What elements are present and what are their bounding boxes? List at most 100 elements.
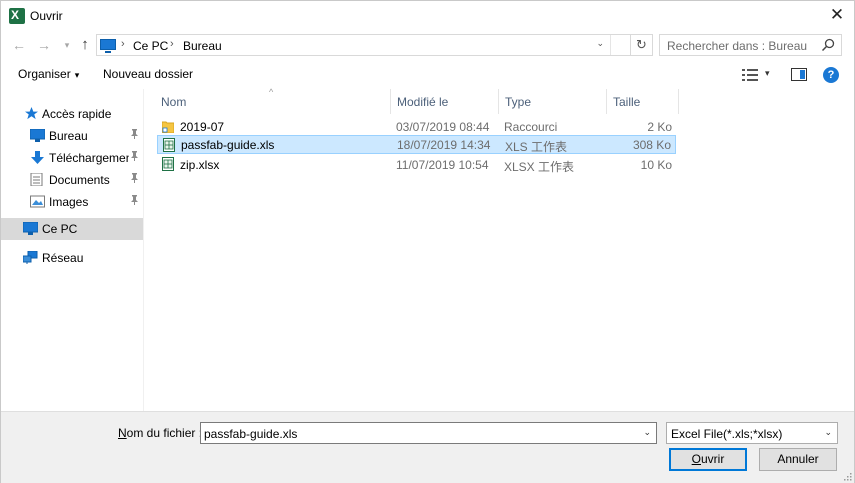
filename-label-text: om du fichier : bbox=[126, 426, 203, 440]
search-box[interactable] bbox=[659, 34, 842, 56]
title-bar: Ouvrir ✕ bbox=[1, 1, 854, 31]
recent-locations-button[interactable]: ▾ bbox=[58, 35, 76, 55]
view-options-icon[interactable] bbox=[742, 69, 758, 81]
chevron-down-icon[interactable]: ⌄ bbox=[643, 427, 651, 438]
filename-input[interactable] bbox=[204, 426, 624, 441]
sidebar-item-label: Documents bbox=[49, 173, 110, 187]
star-icon bbox=[25, 107, 38, 120]
search-input[interactable] bbox=[667, 38, 817, 53]
dialog-footer: Nom du fichier : ⌄ Excel File(*.xls;*xls… bbox=[1, 411, 854, 483]
computer-icon bbox=[23, 222, 38, 235]
cancel-button[interactable]: Annuler bbox=[759, 448, 837, 471]
excel-file-icon bbox=[163, 138, 175, 152]
chevron-down-icon: ⌄ bbox=[824, 427, 832, 437]
sidebar-item-label: Ce PC bbox=[42, 222, 78, 236]
column-header-label: Modifié le bbox=[397, 95, 449, 109]
sidebar-item-label: Accès rapide bbox=[42, 107, 112, 121]
refresh-icon: ↻ bbox=[636, 37, 647, 52]
sidebar-item-label: Bureau bbox=[49, 129, 88, 143]
command-bar: Organiser ▾ Nouveau dossier ▾ ? bbox=[1, 61, 854, 89]
sidebar-item-label: Réseau bbox=[42, 251, 84, 265]
file-name: passfab-guide.xls bbox=[181, 138, 275, 152]
open-button[interactable]: Ouvrir bbox=[669, 448, 747, 471]
file-list: Nom ^ Modifié le Type Taille 2019-07 03/… bbox=[145, 87, 854, 411]
filename-combobox[interactable]: ⌄ bbox=[200, 422, 657, 444]
resize-grip-icon[interactable] bbox=[842, 471, 852, 481]
preview-pane-icon[interactable] bbox=[791, 68, 807, 81]
sidebar-item-ce-pc[interactable]: Ce PC bbox=[1, 218, 143, 240]
file-type-filter-select[interactable]: Excel File(*.xls;*xlsx) ⌄ bbox=[666, 422, 838, 444]
pin-icon bbox=[130, 195, 139, 208]
up-folder-button[interactable]: ↑ bbox=[76, 35, 94, 55]
forward-button[interactable]: → bbox=[35, 35, 53, 55]
sidebar-item-quick-access[interactable]: Accès rapide bbox=[1, 103, 143, 125]
sort-ascending-icon: ^ bbox=[269, 87, 274, 97]
file-type: XLS 工作表 bbox=[505, 140, 568, 154]
sidebar-item-documents[interactable]: Documents bbox=[1, 169, 143, 191]
breadcrumb-item-bureau[interactable]: Bureau bbox=[183, 39, 222, 53]
column-header-label: Nom bbox=[161, 95, 187, 109]
address-row: ← → ▾ ↑ › Ce PC › Bureau ⌄ ↻ bbox=[1, 31, 854, 59]
excel-file-icon bbox=[162, 157, 174, 171]
file-size: 308 Ko bbox=[632, 138, 671, 152]
file-modified: 03/07/2019 08:44 bbox=[396, 120, 490, 134]
file-name: 2019-07 bbox=[180, 120, 225, 134]
sidebar-item-label: Images bbox=[49, 195, 89, 209]
pin-icon bbox=[130, 151, 139, 164]
sidebar-item-network[interactable]: Réseau bbox=[1, 247, 143, 269]
file-size: 2 Ko bbox=[647, 120, 672, 134]
open-accesskey: O bbox=[691, 452, 701, 466]
column-header-label: Taille bbox=[613, 95, 641, 109]
help-icon[interactable]: ? bbox=[823, 67, 839, 83]
close-button[interactable]: ✕ bbox=[824, 4, 850, 28]
breadcrumb-separator-icon: › bbox=[170, 38, 174, 50]
breadcrumb-item-ce-pc[interactable]: Ce PC bbox=[133, 39, 168, 53]
images-icon bbox=[30, 195, 45, 208]
sidebar-item-bureau[interactable]: Bureau bbox=[1, 125, 143, 147]
chevron-down-icon: ▾ bbox=[74, 70, 80, 80]
desktop-icon bbox=[30, 129, 45, 142]
file-row[interactable]: passfab-guide.xls 18/07/2019 14:34 XLS 工… bbox=[157, 135, 676, 154]
view-options-dropdown-icon[interactable]: ▾ bbox=[765, 68, 770, 79]
file-size: 10 Ko bbox=[640, 158, 672, 172]
shortcut-folder-icon bbox=[162, 121, 174, 133]
file-type-filter-value: Excel File(*.xls;*xlsx) bbox=[671, 427, 783, 441]
divider bbox=[610, 35, 611, 55]
file-name: zip.xlsx bbox=[180, 158, 220, 172]
refresh-button[interactable]: ↻ bbox=[631, 34, 653, 56]
address-bar[interactable]: › Ce PC › Bureau ⌄ bbox=[96, 34, 631, 56]
open-label: uvrir bbox=[701, 452, 725, 466]
organize-button[interactable]: Organiser ▾ bbox=[18, 67, 79, 81]
network-icon bbox=[23, 251, 38, 264]
address-dropdown-icon[interactable]: ⌄ bbox=[596, 38, 604, 49]
column-header-modified[interactable]: Modifié le bbox=[391, 89, 499, 114]
file-type: XLSX 工作表 bbox=[504, 160, 575, 174]
back-button[interactable]: ← bbox=[10, 35, 28, 55]
column-header-type[interactable]: Type bbox=[499, 89, 607, 114]
excel-app-icon bbox=[9, 8, 25, 24]
filename-label-accesskey: N bbox=[118, 426, 127, 440]
computer-icon bbox=[100, 39, 116, 53]
search-icon[interactable] bbox=[821, 38, 835, 52]
file-row[interactable]: 2019-07 03/07/2019 08:44 Raccourci 2 Ko bbox=[157, 117, 676, 136]
file-type: Raccourci bbox=[504, 120, 558, 134]
new-folder-button[interactable]: Nouveau dossier bbox=[103, 67, 193, 81]
sidebar-item-images[interactable]: Images bbox=[1, 191, 143, 213]
column-header-size[interactable]: Taille bbox=[607, 89, 679, 114]
sidebar-item-downloads[interactable]: Téléchargements bbox=[1, 147, 143, 169]
navigation-pane: Accès rapide Bureau Téléchargements bbox=[1, 89, 144, 411]
open-file-dialog: Ouvrir ✕ ← → ▾ ↑ › Ce PC › Bureau ⌄ ↻ bbox=[0, 0, 855, 483]
file-row[interactable]: zip.xlsx 11/07/2019 10:54 XLSX 工作表 10 Ko bbox=[157, 155, 676, 174]
window-title: Ouvrir bbox=[30, 9, 63, 23]
breadcrumb-separator-icon: › bbox=[121, 38, 125, 50]
sidebar-item-label: Téléchargements bbox=[49, 151, 129, 165]
documents-icon bbox=[30, 173, 43, 186]
pin-icon bbox=[130, 173, 139, 186]
file-modified: 18/07/2019 14:34 bbox=[397, 138, 491, 152]
filename-label: Nom du fichier : bbox=[118, 426, 202, 440]
file-modified: 11/07/2019 10:54 bbox=[396, 158, 489, 172]
organize-label: Organiser bbox=[18, 67, 71, 81]
pin-icon bbox=[130, 129, 139, 142]
column-header-label: Type bbox=[505, 95, 532, 109]
download-icon bbox=[31, 151, 44, 164]
